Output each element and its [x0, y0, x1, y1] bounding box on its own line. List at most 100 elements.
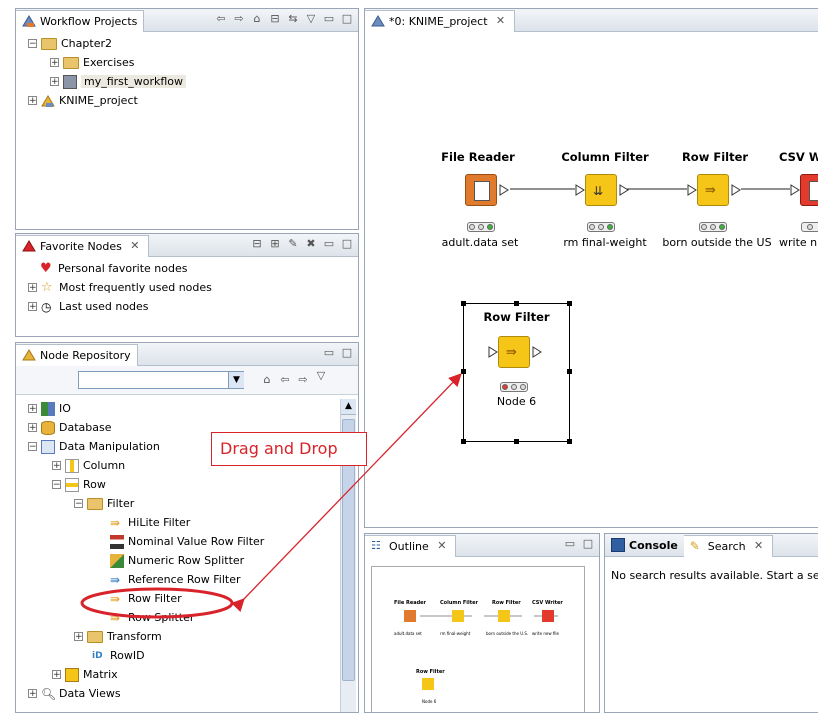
row-icon — [65, 477, 79, 492]
tree-item-last-used[interactable]: + ◷ Last used nodes — [20, 297, 354, 316]
maximize-icon[interactable]: □ — [581, 537, 595, 551]
workflow-canvas[interactable]: File Reader adult.data set Column Filter… — [365, 31, 818, 527]
status-light-green — [606, 224, 613, 230]
tab-outline[interactable]: ☷ Outline ✕ — [365, 534, 456, 557]
expand-icon[interactable]: + — [28, 302, 37, 312]
workflow-projects-tree: − Chapter2 + Exercises + my_first_workfl… — [16, 31, 358, 229]
delete-icon[interactable]: ✖ — [304, 237, 318, 251]
link-editor-icon[interactable]: ⇆ — [286, 12, 300, 26]
close-icon[interactable]: ✕ — [128, 239, 142, 253]
expand-icon[interactable]: + — [28, 96, 37, 106]
close-icon[interactable]: ✕ — [435, 539, 449, 553]
mini-csv-writer-icon — [542, 610, 554, 622]
node-status-lights — [699, 222, 727, 232]
search-dropdown-button[interactable]: ▼ — [228, 372, 244, 388]
tree-item-row-filter[interactable]: ⇛ Row Filter — [20, 589, 336, 608]
console-icon — [611, 538, 625, 552]
expand-icon[interactable]: + — [50, 77, 59, 87]
tree-item-row[interactable]: − Row — [20, 475, 336, 494]
outline-thumbnail[interactable]: File Reader adult.data set Column Filter… — [371, 566, 585, 712]
maximize-icon[interactable]: □ — [340, 346, 354, 360]
tree-item-filter[interactable]: − Filter — [20, 494, 336, 513]
mini-column-filter-icon — [452, 610, 464, 622]
tree-item-reference-row-filter[interactable]: ⇛ Reference Row Filter — [20, 570, 336, 589]
expand-icon[interactable]: + — [52, 670, 61, 680]
new-row-filter-node[interactable]: ⇛ — [488, 335, 544, 369]
expand-icon[interactable]: + — [28, 283, 37, 293]
tree-item-my-first-workflow[interactable]: + my_first_workflow — [20, 72, 354, 91]
tree-item-matrix[interactable]: + Matrix — [20, 665, 336, 684]
expand-icon[interactable]: + — [28, 423, 37, 433]
back-arrow-icon[interactable]: ⇦ — [278, 373, 292, 387]
tree-item-chapter2[interactable]: − Chapter2 — [20, 34, 354, 53]
home-icon[interactable]: ⌂ — [260, 373, 274, 387]
tab-label: Workflow Projects — [40, 14, 138, 28]
tree-item-transform[interactable]: + Transform — [20, 627, 336, 646]
home-icon[interactable]: ⌂ — [250, 12, 264, 26]
expand-icon[interactable]: + — [28, 404, 37, 414]
tree-item-rowid[interactable]: iD RowID — [20, 646, 336, 665]
file-reader-icon — [465, 174, 497, 206]
expand-all-icon[interactable]: ⊞ — [268, 237, 282, 251]
maximize-icon[interactable]: □ — [340, 237, 354, 251]
status-light-yellow — [510, 384, 517, 390]
collapse-all-icon[interactable]: ⊟ — [250, 237, 264, 251]
tab-console[interactable]: Console — [605, 535, 684, 556]
tree-item-knime-project[interactable]: + KNIME_project — [20, 91, 354, 110]
tree-item-io[interactable]: + IO — [20, 399, 336, 418]
tab-favorite-nodes[interactable]: Favorite Nodes ✕ — [16, 234, 149, 257]
new-row-filter-node-selection[interactable]: Row Filter ⇛ Node 6 — [461, 301, 572, 444]
workflow-icon — [63, 74, 77, 89]
view-menu-icon[interactable]: ▽ — [304, 12, 318, 26]
node-title: Row Filter — [483, 310, 550, 324]
tree-item-hilite-filter[interactable]: ⇛ HiLite Filter — [20, 513, 336, 532]
minimize-icon[interactable]: ▭ — [322, 12, 336, 26]
csv-writer-node[interactable] — [790, 173, 818, 207]
maximize-icon[interactable]: □ — [340, 12, 354, 26]
favorite-nodes-header: Favorite Nodes ✕ ⊟ ⊞ ✎ ✖ ▭ □ — [16, 234, 358, 257]
collapse-icon[interactable]: − — [28, 442, 37, 452]
tree-item-row-splitter[interactable]: ⇛ Row Splitter — [20, 608, 336, 627]
column-filter-node[interactable]: ⇊ — [575, 173, 631, 207]
scroll-up-button[interactable]: ▲ — [341, 399, 356, 415]
edit-icon[interactable]: ✎ — [286, 237, 300, 251]
tree-item-data-views[interactable]: + 🔍︎ Data Views — [20, 684, 336, 703]
chevron-up-icon: ▲ — [345, 401, 352, 411]
expand-icon[interactable]: + — [50, 58, 59, 68]
tab-search[interactable]: ✎ Search ✕ — [683, 534, 773, 557]
expand-icon[interactable]: + — [74, 632, 83, 642]
collapse-icon[interactable]: − — [74, 499, 83, 509]
file-reader-node[interactable] — [465, 173, 511, 207]
view-menu-icon[interactable]: ▽ — [314, 369, 328, 383]
node-search-input[interactable] — [78, 371, 244, 389]
close-icon[interactable]: ✕ — [752, 539, 766, 553]
search-icon: ✎ — [689, 539, 700, 553]
tab-workflow-projects[interactable]: Workflow Projects — [16, 9, 145, 32]
mini-file-reader-icon — [404, 610, 416, 622]
expand-icon[interactable]: + — [52, 461, 61, 471]
column-icon — [65, 458, 79, 473]
tree-item-personal-favorites[interactable]: ♥ Personal favorite nodes — [20, 259, 354, 278]
data-manipulation-icon — [41, 439, 55, 454]
row-filter-node[interactable]: ⇛ — [687, 173, 743, 207]
collapse-icon[interactable]: − — [52, 480, 61, 490]
tree-item-nominal-value-row-filter[interactable]: Nominal Value Row Filter — [20, 532, 336, 551]
collapse-icon[interactable]: − — [28, 39, 37, 49]
back-arrow-icon[interactable]: ⇦ — [214, 12, 228, 26]
tab-node-repository[interactable]: Node Repository — [16, 343, 138, 366]
tree-item-most-frequent[interactable]: + ☆ Most frequently used nodes — [20, 278, 354, 297]
minimize-icon[interactable]: ▭ — [322, 237, 336, 251]
expand-icon[interactable]: + — [28, 689, 37, 699]
mini-node-label: Node 6 — [422, 699, 437, 704]
minimize-icon[interactable]: ▭ — [563, 537, 577, 551]
collapse-all-icon[interactable]: ⊟ — [268, 12, 282, 26]
tree-item-numeric-row-splitter[interactable]: Numeric Row Splitter — [20, 551, 336, 570]
tab-knime-project[interactable]: *0: KNIME_project ✕ — [365, 9, 515, 32]
folder-icon — [63, 56, 79, 69]
forward-arrow-icon[interactable]: ⇨ — [296, 373, 310, 387]
close-icon[interactable]: ✕ — [494, 14, 508, 28]
forward-arrow-icon[interactable]: ⇨ — [232, 12, 246, 26]
tree-item-exercises[interactable]: + Exercises — [20, 53, 354, 72]
nominal-filter-icon — [110, 534, 124, 549]
minimize-icon[interactable]: ▭ — [322, 346, 336, 360]
